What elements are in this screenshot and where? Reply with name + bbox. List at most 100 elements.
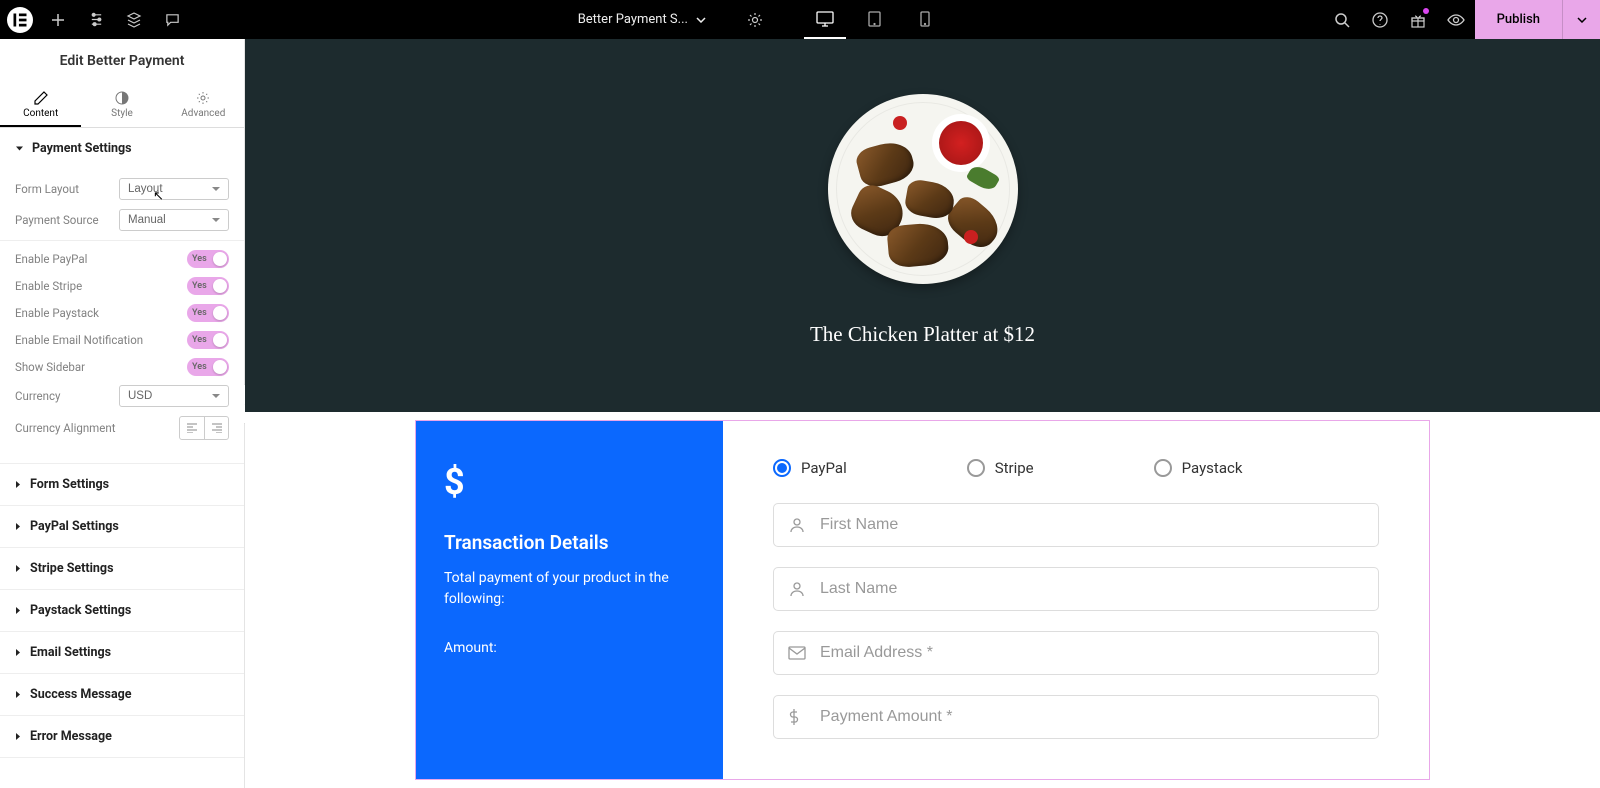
add-element-icon[interactable] <box>39 0 77 39</box>
radio-icon <box>1154 459 1172 477</box>
amount-input[interactable] <box>820 708 1364 726</box>
tablet-device-button[interactable] <box>854 0 896 39</box>
search-icon[interactable] <box>1323 0 1361 39</box>
whats-new-icon[interactable] <box>1399 0 1437 39</box>
divider <box>0 240 244 241</box>
first-name-input[interactable] <box>820 516 1364 534</box>
caret-right-icon <box>15 564 22 573</box>
topbar-left <box>0 0 191 39</box>
currency-select[interactable]: USD <box>119 385 229 407</box>
control-label: Enable PayPal <box>15 252 87 266</box>
accordion-toggle-paypal[interactable]: PayPal Settings <box>0 506 244 547</box>
toggle-email[interactable]: Yes <box>187 331 229 349</box>
transaction-desc: Total payment of your product in the fol… <box>444 568 695 610</box>
desktop-device-button[interactable] <box>804 0 846 39</box>
main-container: Edit Better Payment Content Style Advanc… <box>0 39 1600 788</box>
tab-content[interactable]: Content <box>0 83 81 127</box>
control-label: Enable Paystack <box>15 306 99 320</box>
first-name-field[interactable] <box>773 503 1379 547</box>
editor-tabs: Content Style Advanced <box>0 83 244 128</box>
tablet-icon <box>868 11 881 27</box>
section-title: Payment Settings <box>32 141 132 156</box>
amount-field[interactable] <box>773 695 1379 739</box>
accordion-toggle-payment[interactable]: Payment Settings <box>0 128 244 169</box>
product-image <box>828 94 1018 284</box>
radio-icon <box>773 459 791 477</box>
payment-source-select[interactable]: Manual <box>119 209 229 231</box>
preview-canvas[interactable]: The Chicken Platter at $12 $ Transaction… <box>245 39 1600 788</box>
structure-icon[interactable] <box>115 0 153 39</box>
transaction-sidebar: $ Transaction Details Total payment of y… <box>416 421 723 779</box>
tab-label: Content <box>23 108 58 119</box>
elementor-logo[interactable] <box>0 0 39 39</box>
caret-right-icon <box>15 606 22 615</box>
toggle-stripe[interactable]: Yes <box>187 277 229 295</box>
section-paypal-settings: PayPal Settings <box>0 506 244 548</box>
publish-options-button[interactable] <box>1562 0 1600 39</box>
align-right-button[interactable] <box>204 417 228 439</box>
email-input[interactable] <box>820 644 1364 662</box>
control-enable-paystack: Enable Paystack Yes <box>15 304 229 322</box>
chevron-down-icon <box>696 17 706 23</box>
control-enable-stripe: Enable Stripe Yes <box>15 277 229 295</box>
control-label: Currency Alignment <box>15 421 115 435</box>
section-title: Form Settings <box>30 477 109 492</box>
panel-scroll[interactable]: ↖ Payment Settings Form Layout Layout Pa… <box>0 128 244 788</box>
control-label: Currency <box>15 389 60 403</box>
preview-icon[interactable] <box>1437 0 1475 39</box>
accordion-toggle-email[interactable]: Email Settings <box>0 632 244 673</box>
caret-right-icon <box>15 480 22 489</box>
desktop-icon <box>816 11 834 27</box>
last-name-input[interactable] <box>820 580 1364 598</box>
stripe-radio[interactable]: Stripe <box>967 459 1034 477</box>
payment-form: PayPal Stripe Paystack <box>723 421 1429 779</box>
form-layout-select[interactable]: Layout <box>119 178 229 200</box>
mobile-device-button[interactable] <box>904 0 946 39</box>
publish-button[interactable]: Publish <box>1475 0 1562 39</box>
document-title-text: Better Payment S... <box>578 12 688 27</box>
section-email-settings: Email Settings <box>0 632 244 674</box>
last-name-field[interactable] <box>773 567 1379 611</box>
sidebar-title: Edit Better Payment <box>0 39 244 83</box>
chat-icon[interactable] <box>153 0 191 39</box>
email-field[interactable] <box>773 631 1379 675</box>
accordion-toggle-success[interactable]: Success Message <box>0 674 244 715</box>
method-label: PayPal <box>801 459 847 477</box>
tab-label: Advanced <box>181 108 225 119</box>
toggle-paypal[interactable]: Yes <box>187 250 229 268</box>
hero-title: The Chicken Platter at $12 <box>810 322 1035 347</box>
payment-widget[interactable]: $ Transaction Details Total payment of y… <box>415 420 1430 780</box>
section-title: Stripe Settings <box>30 561 113 576</box>
pencil-icon <box>34 91 48 105</box>
section-error-message: Error Message <box>0 716 244 758</box>
control-payment-source: Payment Source Manual <box>15 209 229 231</box>
caret-down-icon <box>15 144 24 153</box>
paypal-radio[interactable]: PayPal <box>773 459 847 477</box>
toggle-show-sidebar[interactable]: Yes <box>187 358 229 376</box>
section-stripe-settings: Stripe Settings <box>0 548 244 590</box>
gear-icon <box>196 91 210 105</box>
control-show-sidebar: Show Sidebar Yes <box>15 358 229 376</box>
dollar-icon <box>788 708 810 726</box>
settings-sliders-icon[interactable] <box>77 0 115 39</box>
accordion-toggle-paystack[interactable]: Paystack Settings <box>0 590 244 631</box>
page-settings-icon[interactable] <box>736 0 774 39</box>
control-enable-email: Enable Email Notification Yes <box>15 331 229 349</box>
help-icon[interactable] <box>1361 0 1399 39</box>
transaction-title: Transaction Details <box>444 531 695 554</box>
control-form-layout: Form Layout Layout <box>15 178 229 200</box>
accordion-toggle-form[interactable]: Form Settings <box>0 464 244 505</box>
hero-section: The Chicken Platter at $12 <box>245 39 1600 412</box>
paystack-radio[interactable]: Paystack <box>1154 459 1243 477</box>
document-title-dropdown[interactable]: Better Payment S... <box>568 12 716 27</box>
align-left-button[interactable] <box>180 417 204 439</box>
toggle-paystack[interactable]: Yes <box>187 304 229 322</box>
topbar: Better Payment S... <box>0 0 1600 39</box>
tab-advanced[interactable]: Advanced <box>163 83 244 127</box>
caret-right-icon <box>15 648 22 657</box>
accordion-toggle-error[interactable]: Error Message <box>0 716 244 757</box>
control-enable-paypal: Enable PayPal Yes <box>15 250 229 268</box>
accordion-toggle-stripe[interactable]: Stripe Settings <box>0 548 244 589</box>
tab-style[interactable]: Style <box>81 83 162 127</box>
person-icon <box>788 516 810 534</box>
